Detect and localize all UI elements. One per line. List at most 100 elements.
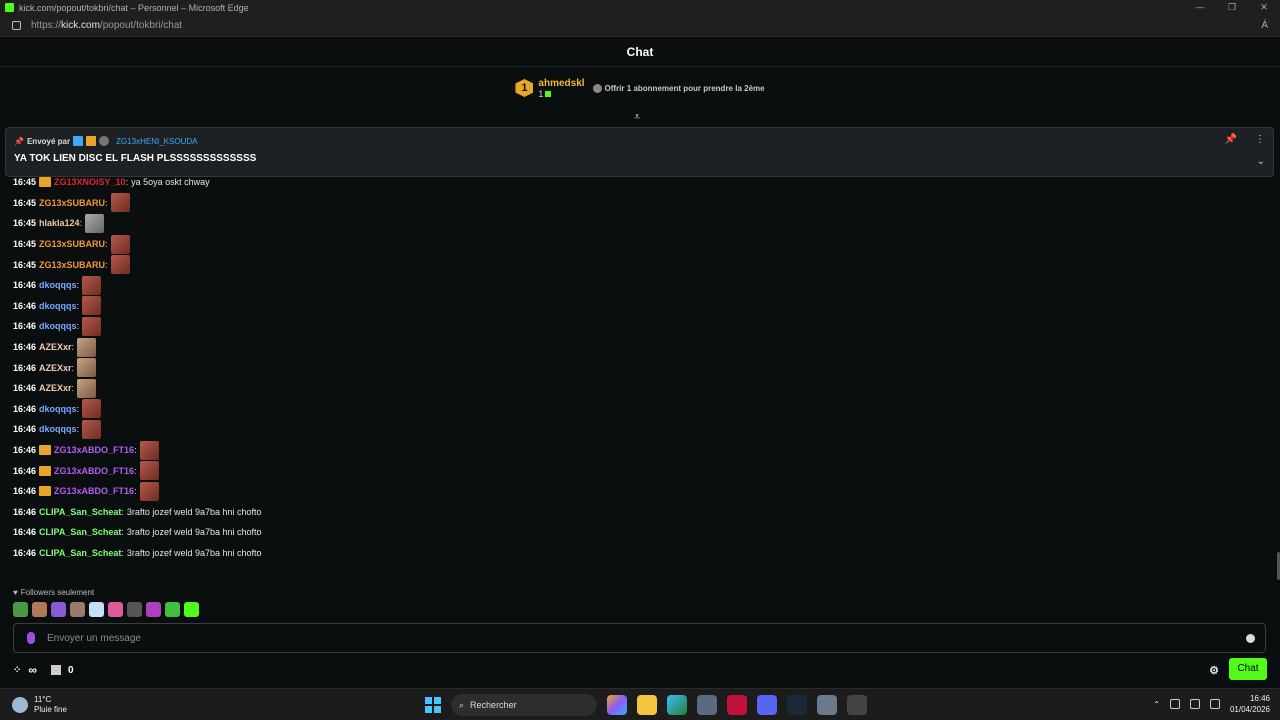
app-icon[interactable] <box>847 695 867 715</box>
emote-skull-icon[interactable] <box>139 481 159 501</box>
emote-green-face-icon[interactable] <box>165 602 180 617</box>
message-text: 3rafto jozef weld 9a7ba hni chofto <box>126 506 262 517</box>
microphone-icon[interactable] <box>27 632 35 644</box>
message-username[interactable]: ZG13xSUBARU <box>39 198 105 208</box>
taskbar-search[interactable]: ⌕ Rechercher <box>451 694 597 716</box>
emote-ghost-icon[interactable] <box>89 602 104 617</box>
url-host: kick.com <box>61 20 100 31</box>
message-username[interactable]: ZG13xSUBARU <box>39 260 105 270</box>
gift-offer-text: Offrir 1 abonnement pour prendre la 2ème <box>604 83 765 93</box>
edge-icon[interactable] <box>667 695 687 715</box>
emote-face-icon[interactable] <box>32 602 47 617</box>
close-button[interactable]: ✕ <box>1248 0 1280 15</box>
emote-kick-icon[interactable] <box>51 602 66 617</box>
emote-frog-icon[interactable] <box>13 602 28 617</box>
message-input-box[interactable] <box>13 623 1266 653</box>
kick-points-icon[interactable]: ⁘ <box>13 665 21 676</box>
emote-cat-icon[interactable] <box>77 378 97 398</box>
message-separator: : <box>79 218 83 229</box>
emote-skull-icon[interactable] <box>82 419 102 439</box>
volume-icon[interactable] <box>1209 699 1220 709</box>
collapse-arrow-icon[interactable]: ⩡ <box>634 111 640 124</box>
message-username[interactable]: hlakla124 <box>39 218 80 228</box>
network-icon[interactable] <box>1189 699 1200 709</box>
copilot-icon[interactable] <box>607 695 627 715</box>
affinity-icon[interactable] <box>727 695 747 715</box>
store-icon[interactable] <box>697 695 717 715</box>
emote-cat-icon[interactable] <box>77 358 97 378</box>
message-username[interactable]: dkoqqqs <box>39 424 77 434</box>
chat-message: 16:46 CLIPA_San_Scheat:3rafto jozef weld … <box>13 502 1263 523</box>
chat-message: 16:46 AZEXxr: <box>13 337 1263 358</box>
message-username[interactable]: AZEXxr <box>39 383 72 393</box>
message-username[interactable]: AZEXxr <box>39 342 72 352</box>
emote-skull-icon[interactable] <box>139 440 159 460</box>
chevron-down-icon[interactable]: ⌄ <box>1257 156 1265 167</box>
discord-icon[interactable] <box>757 695 777 715</box>
read-aloud-icon[interactable]: Á <box>1261 20 1268 31</box>
gift-offer-button[interactable]: Offrir 1 abonnement pour prendre la 2ème <box>592 83 765 93</box>
send-chat-button[interactable]: Chat <box>1229 658 1267 680</box>
emote-skull-icon[interactable] <box>139 461 159 481</box>
emote-skull-icon[interactable] <box>82 399 102 419</box>
message-username[interactable]: AZEXxr <box>39 363 72 373</box>
minimize-button[interactable]: — <box>1184 0 1216 15</box>
emote-cat-icon[interactable] <box>77 337 97 357</box>
gifter-name[interactable]: ahmedskl <box>538 78 584 89</box>
restore-button[interactable]: ❐ <box>1216 0 1248 15</box>
message-time: 16:45 <box>13 177 37 188</box>
chat-message: 16:45 ZG13xSUBARU: <box>13 234 1263 255</box>
crown-badge-icon <box>39 177 52 188</box>
message-username[interactable]: ZG13xSUBARU <box>39 239 105 249</box>
gear-icon[interactable]: ⚙ <box>1209 664 1219 677</box>
weather-widget[interactable]: 11°C Pluie fine <box>12 695 67 715</box>
message-separator: : <box>134 465 137 476</box>
message-username[interactable]: ZG13XNOISY_10 <box>54 177 126 187</box>
address-bar[interactable]: https://kick.com/popout/tokbri/chat Á <box>0 15 1280 37</box>
emote-skull-icon[interactable] <box>110 193 130 213</box>
steam-icon[interactable] <box>787 695 807 715</box>
message-input[interactable] <box>47 632 1246 644</box>
emote-skull-icon[interactable] <box>82 275 102 295</box>
more-options-icon[interactable]: ⋮ <box>1255 134 1265 145</box>
message-separator: : <box>105 239 108 250</box>
message-username[interactable]: ZG13xABDO_FT16 <box>54 466 134 476</box>
emote-person-icon[interactable] <box>70 602 85 617</box>
emote-purple-icon[interactable] <box>146 602 161 617</box>
message-username[interactable]: CLIPA_San_Scheat <box>39 507 121 517</box>
emote-skull-icon[interactable] <box>82 316 102 336</box>
chevron-up-icon[interactable]: ⌃ <box>1153 700 1160 709</box>
message-username[interactable]: dkoqqqs <box>39 321 77 331</box>
weather-condition: Pluie fine <box>34 705 67 714</box>
message-username[interactable]: dkoqqqs <box>39 280 77 290</box>
taskbar-apps: ⌕ Rechercher <box>425 694 867 716</box>
gift-box-icon[interactable] <box>50 665 61 675</box>
pinned-sender[interactable]: ZG13xHENI_KSOUDA <box>116 137 197 146</box>
chat-message: 16:46 dkoqqqs: <box>13 399 1263 420</box>
clock[interactable]: 16:46 01/04/2026 <box>1230 693 1270 715</box>
windows-start-icon[interactable] <box>425 697 441 713</box>
url-path: /popout/tokbri/chat <box>99 20 183 31</box>
emote-skull-icon[interactable] <box>110 255 130 275</box>
message-username[interactable]: CLIPA_San_Scheat <box>39 548 121 558</box>
emote-skull-icon[interactable] <box>82 296 102 316</box>
emote-kick-face-icon[interactable] <box>184 602 199 617</box>
message-username[interactable]: CLIPA_San_Scheat <box>39 527 121 537</box>
message-username[interactable]: ZG13xABDO_FT16 <box>54 445 134 455</box>
message-username[interactable]: dkoqqqs <box>39 301 77 311</box>
mic-tray-icon[interactable] <box>1169 699 1180 709</box>
message-time: 16:46 <box>13 465 37 476</box>
message-username[interactable]: ZG13xABDO_FT16 <box>54 486 134 496</box>
settings-icon[interactable] <box>817 695 837 715</box>
lock-icon[interactable] <box>12 21 21 30</box>
emote-pink-icon[interactable] <box>108 602 123 617</box>
emoji-picker-icon[interactable] <box>1246 633 1255 643</box>
window-controls: — ❐ ✕ <box>1184 0 1280 15</box>
message-separator: : <box>134 486 137 497</box>
emote-cat-icon[interactable] <box>127 602 142 617</box>
unpin-icon[interactable]: 📌 <box>1225 134 1237 145</box>
emote-skull-icon[interactable] <box>110 234 130 254</box>
emote-gray-icon[interactable] <box>85 213 105 233</box>
file-explorer-icon[interactable] <box>637 695 657 715</box>
message-username[interactable]: dkoqqqs <box>39 404 77 414</box>
